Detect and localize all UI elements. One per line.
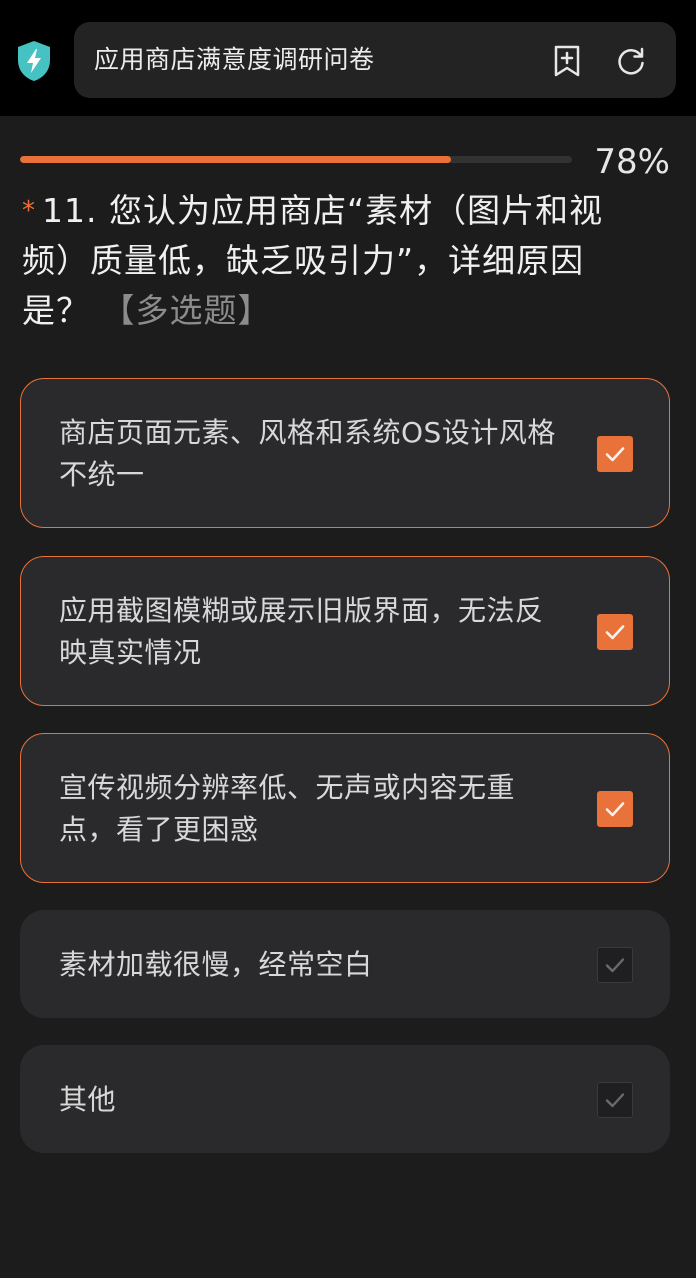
option-label: 宣传视频分辨率低、无声或内容无重点，看了更困惑 [59, 771, 516, 846]
checkbox[interactable] [597, 791, 633, 827]
option-label: 其他 [59, 1083, 117, 1116]
option-5[interactable]: 其他 [20, 1045, 670, 1153]
checkmark-icon [605, 1093, 625, 1108]
checkbox[interactable] [597, 436, 633, 472]
option-4[interactable]: 素材加载很慢，经常空白 [20, 910, 670, 1018]
shield-lightning-icon[interactable] [16, 40, 52, 82]
progress-percent: 78% [594, 142, 670, 182]
checkmark-icon [605, 447, 625, 462]
checkmark-icon [605, 958, 625, 973]
progress-bar [20, 156, 572, 163]
option-label: 应用截图模糊或展示旧版界面，无法反映真实情况 [59, 594, 544, 669]
option-label: 素材加载很慢，经常空白 [59, 948, 373, 981]
address-bar[interactable]: 应用商店满意度调研问卷 [74, 22, 676, 98]
checkbox[interactable] [597, 947, 633, 983]
option-1[interactable]: 商店页面元素、风格和系统OS设计风格不统一 [20, 378, 670, 528]
checkmark-icon [605, 625, 625, 640]
add-bookmark-icon[interactable] [550, 44, 584, 78]
option-2[interactable]: 应用截图模糊或展示旧版界面，无法反映真实情况 [20, 556, 670, 706]
page-title: 应用商店满意度调研问卷 [94, 45, 375, 74]
required-mark: * [22, 196, 36, 226]
browser-top-bar: 应用商店满意度调研问卷 [0, 0, 696, 116]
progress-bar-fill [20, 156, 451, 163]
checkbox[interactable] [597, 1082, 633, 1118]
refresh-icon[interactable] [614, 44, 648, 78]
checkbox[interactable] [597, 614, 633, 650]
question-title: * 11. 您认为应用商店“素材（图片和视频）质量低，缺乏吸引力”，详细原因是？ … [22, 186, 652, 336]
option-label: 商店页面元素、风格和系统OS设计风格不统一 [59, 416, 556, 491]
question-type-label: 【多选题】 [101, 291, 272, 330]
option-3[interactable]: 宣传视频分辨率低、无声或内容无重点，看了更困惑 [20, 733, 670, 883]
checkmark-icon [605, 802, 625, 817]
